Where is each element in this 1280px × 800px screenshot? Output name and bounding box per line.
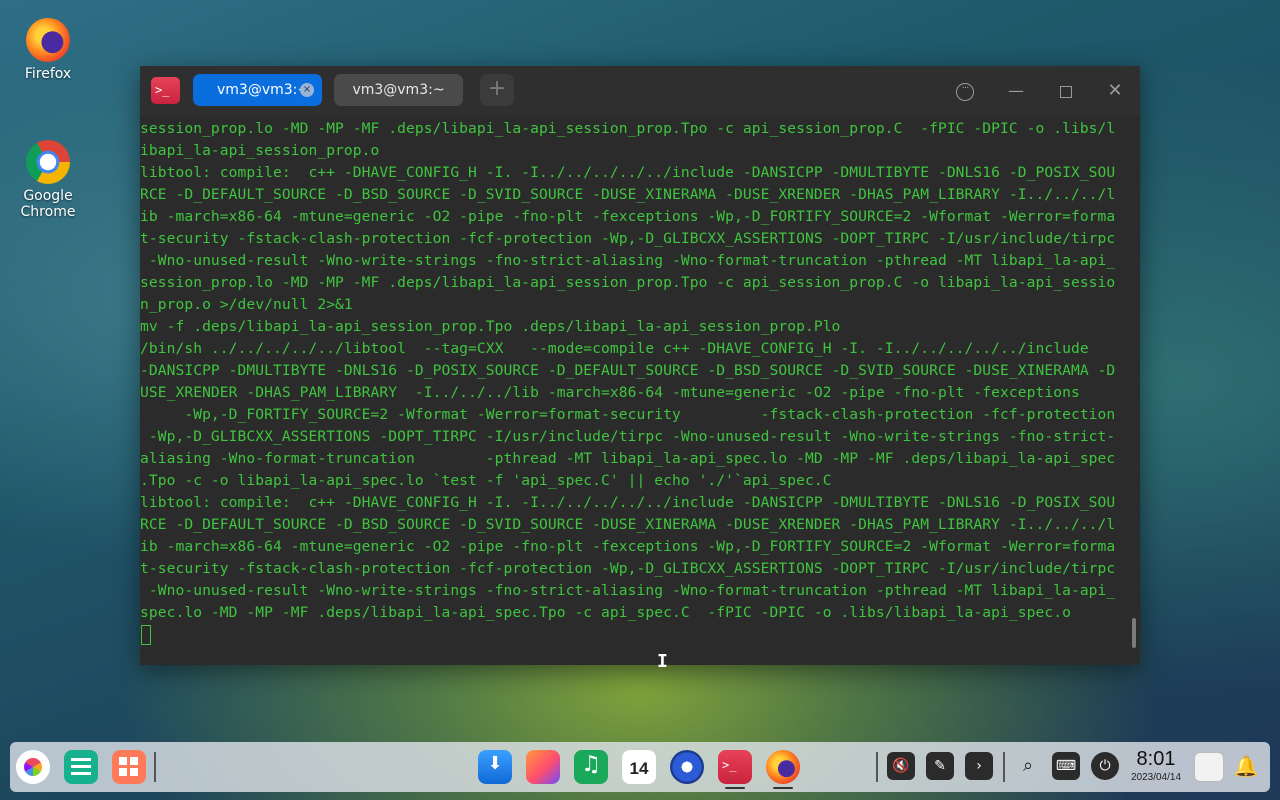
terminal-line: -Wno-unused-result -Wno-write-strings -f… (140, 252, 1116, 269)
tab-label: vm3@vm3:~ (217, 82, 310, 98)
terminal-line: libtool: compile: c++ -DHAVE_CONFIG_H -I… (140, 494, 1116, 511)
desktop-icon-label: Firefox (24, 66, 72, 82)
desktop-icon-label: Google Chrome (20, 188, 76, 220)
menu-icon[interactable]: ··· (952, 78, 978, 104)
terminal-line: -Wp,-D_GLIBCXX_ASSERTIONS -DOPT_TIRPC -I… (140, 428, 1116, 445)
terminal-line: libtool: compile: c++ -DHAVE_CONFIG_H -I… (140, 164, 1116, 181)
notification-bell-icon[interactable]: 🔔 (1232, 752, 1260, 780)
multitask-view-icon[interactable] (64, 750, 98, 784)
terminal-line: -Wno-unused-result -Wno-write-strings -f… (140, 582, 1116, 599)
music-icon[interactable] (574, 750, 608, 784)
terminal-line: -Wp,-D_FORTIFY_SOURCE=2 -Wformat -Werror… (140, 406, 1116, 423)
desktop-chrome-shortcut[interactable]: Google Chrome (3, 140, 93, 220)
close-icon[interactable]: ✕ (1102, 78, 1128, 104)
terminal-line: ib -march=x86-64 -mtune=generic -O2 -pip… (140, 538, 1116, 555)
workspace-icon[interactable] (112, 750, 146, 784)
maximize-icon[interactable] (1053, 78, 1079, 104)
terminal-line: t-security -fstack-clash-protection -fcf… (140, 560, 1116, 577)
running-indicator (773, 787, 793, 789)
terminal-output[interactable]: session_prop.lo -MD -MP -MF .deps/libapi… (140, 118, 1132, 658)
dock-divider (154, 752, 156, 782)
output-lines: session_prop.lo -MD -MP -MF .deps/libapi… (140, 118, 1132, 624)
chrome-icon (26, 140, 70, 184)
firefox-icon[interactable] (766, 750, 800, 784)
volume-muted-icon[interactable]: 🔇 (887, 752, 915, 780)
terminal-line: USE_XRENDER -DHAS_PAM_LIBRARY -I../../..… (140, 384, 1080, 401)
terminal-line: .Tpo -c -o libapi_la-api_spec.lo `test -… (140, 472, 832, 489)
close-tab-icon[interactable]: × (300, 83, 314, 97)
terminal-line: t-security -fstack-clash-protection -fcf… (140, 230, 1116, 247)
text-cursor (141, 625, 151, 645)
photos-icon[interactable] (526, 750, 560, 784)
minimize-icon[interactable]: — (1003, 78, 1029, 104)
desktop-firefox-shortcut[interactable]: Firefox (3, 18, 93, 82)
terminal-app-icon: >_ (151, 77, 180, 104)
dock-divider (876, 752, 878, 782)
terminal-line: session_prop.lo -MD -MP -MF .deps/libapi… (140, 274, 1116, 291)
terminal-titlebar[interactable]: >_ vm3@vm3:~ × vm3@vm3:~ + ··· — ✕ (140, 66, 1140, 116)
clock-time[interactable]: 8:01 (1128, 748, 1184, 771)
terminal-line: mv -f .deps/libapi_la-api_session_prop.T… (140, 318, 841, 335)
terminal-line: aliasing -Wno-format-truncation -pthread… (140, 450, 1116, 467)
launcher-icon[interactable] (16, 750, 50, 784)
terminal-icon[interactable]: >_ (718, 750, 752, 784)
firefox-icon (26, 18, 70, 62)
terminal-window: >_ vm3@vm3:~ × vm3@vm3:~ + ··· — ✕ sessi… (140, 66, 1140, 665)
running-indicator (725, 787, 745, 789)
terminal-line: session_prop.lo -MD -MP -MF .deps/libapi… (140, 120, 1116, 137)
terminal-line: ib -march=x86-64 -mtune=generic -O2 -pip… (140, 208, 1116, 225)
terminal-line: n_prop.o >/dev/null 2>&1 (140, 296, 353, 313)
dock: 14 >_ 🔇 ✎ › ⌕ ⌨ ⏻ 8:01 2023/04/14 🔔 (10, 742, 1270, 792)
scrollbar[interactable] (1132, 618, 1136, 648)
terminal-line: RCE -D_DEFAULT_SOURCE -D_BSD_SOURCE -D_S… (140, 516, 1116, 533)
app-store-icon[interactable] (478, 750, 512, 784)
mouse-ibeam-cursor: I (657, 651, 668, 672)
settings-icon[interactable] (670, 750, 704, 784)
tab-terminal-1[interactable]: vm3@vm3:~ × (193, 74, 322, 106)
tab-terminal-2[interactable]: vm3@vm3:~ (334, 74, 463, 106)
terminal-line: -DANSICPP -DMULTIBYTE -DNLS16 -D_POSIX_S… (140, 362, 1116, 379)
terminal-line: RCE -D_DEFAULT_SOURCE -D_BSD_SOURCE -D_S… (140, 186, 1116, 203)
terminal-line: spec.lo -MD -MP -MF .deps/libapi_la-api_… (140, 604, 1071, 621)
new-tab-button[interactable]: + (480, 74, 514, 106)
trash-icon[interactable] (1194, 752, 1224, 782)
prompt-line (140, 624, 1132, 646)
search-icon[interactable]: ⌕ (1014, 752, 1042, 780)
power-icon[interactable]: ⏻ (1091, 752, 1119, 780)
clock-date[interactable]: 2023/04/14 (1124, 772, 1188, 783)
pen-icon[interactable]: ✎ (926, 752, 954, 780)
chevron-right-icon[interactable]: › (965, 752, 993, 780)
dock-divider (1003, 752, 1005, 782)
terminal-line: ibapi_la-api_session_prop.o (140, 142, 380, 159)
calendar-icon[interactable]: 14 (622, 750, 656, 784)
keyboard-icon[interactable]: ⌨ (1052, 752, 1080, 780)
terminal-line: /bin/sh ../../../../../libtool --tag=CXX… (140, 340, 1089, 357)
tab-label: vm3@vm3:~ (352, 82, 445, 98)
